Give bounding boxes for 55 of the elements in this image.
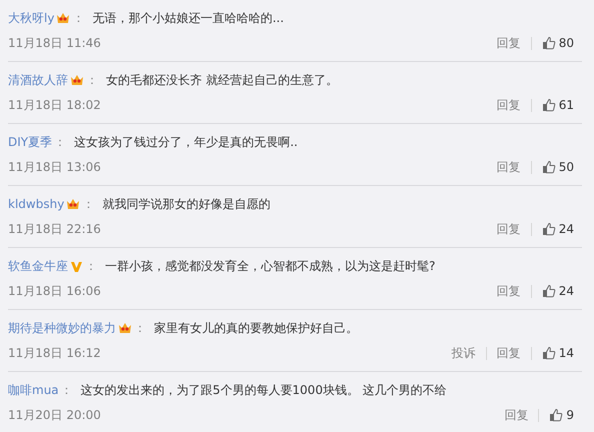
comment-text: 就我同学说那女的好像是自愿的 xyxy=(102,196,270,212)
user-name-link[interactable]: 咖啡mua xyxy=(8,382,59,398)
comment-time: 11月18日 16:06 xyxy=(8,282,101,300)
comment-text: 家里有女儿的真的要教她保护好自己。 xyxy=(154,320,358,336)
comment-text: 这女孩为了钱过分了，年少是真的无畏啊.. xyxy=(74,134,298,150)
action-link[interactable]: 回复 xyxy=(496,220,521,238)
thumbs-up-icon xyxy=(542,36,556,50)
thumbs-up-icon xyxy=(542,284,556,298)
comment-text: 无语，那个小姑娘还一直哈哈哈的... xyxy=(92,10,284,26)
action-link[interactable]: 回复 xyxy=(496,96,521,114)
comment-text: 一群小孩，感觉都没发育全，心智都不成熟，以为这是赶时髦? xyxy=(105,258,436,274)
colon: ： xyxy=(85,258,97,274)
comment-text: 女的毛都还没长齐 就经营起自己的生意了。 xyxy=(106,72,338,88)
like-button[interactable]: 14 xyxy=(542,346,574,360)
thumbs-up-icon xyxy=(542,222,556,236)
action-link[interactable]: 投诉 xyxy=(452,344,476,362)
action-link[interactable]: 回复 xyxy=(496,158,521,176)
thumbs-up-icon xyxy=(542,98,556,112)
user-name-link[interactable]: 软鱼金牛座 xyxy=(8,258,68,274)
thumbs-up-icon xyxy=(542,160,556,174)
like-button[interactable]: 24 xyxy=(542,222,574,236)
comment-time: 11月18日 18:02 xyxy=(8,96,101,114)
user-name-link[interactable]: DIY夏季 xyxy=(8,134,52,150)
comment-time: 11月18日 13:06 xyxy=(8,158,101,176)
colon: ： xyxy=(82,196,94,212)
like-button[interactable]: 61 xyxy=(542,98,574,112)
comment-time: 11月20日 20:00 xyxy=(8,406,101,424)
crown-icon xyxy=(70,73,84,87)
like-button[interactable]: 9 xyxy=(549,408,574,422)
like-button[interactable]: 80 xyxy=(542,36,574,50)
crown-icon xyxy=(118,321,132,335)
action-link[interactable]: 回复 xyxy=(496,34,521,52)
comment-time: 11月18日 11:46 xyxy=(8,34,101,52)
v-badge-icon xyxy=(70,260,83,272)
colon: ： xyxy=(54,134,66,150)
crown-icon xyxy=(66,197,80,211)
user-name-link[interactable]: 清酒故人辞 xyxy=(8,72,68,88)
action-link[interactable]: 回复 xyxy=(496,282,521,300)
user-name-link[interactable]: kldwbshy xyxy=(8,197,64,211)
action-link[interactable]: 回复 xyxy=(504,406,528,424)
crown-icon xyxy=(56,11,70,25)
colon: ： xyxy=(86,72,98,88)
user-name-link[interactable]: 期待是种微妙的暴力 xyxy=(8,320,116,336)
like-button[interactable]: 50 xyxy=(542,160,574,174)
thumbs-up-icon xyxy=(542,346,556,360)
like-button[interactable]: 24 xyxy=(542,284,574,298)
colon: ： xyxy=(134,320,146,336)
colon: ： xyxy=(60,382,73,398)
colon: ： xyxy=(72,10,84,26)
thumbs-up-icon xyxy=(549,408,564,422)
action-link[interactable]: 回复 xyxy=(496,344,521,362)
user-name-link[interactable]: 大秋呀ly xyxy=(8,10,54,26)
comment-text: 这女的发出来的，为了跟5个男的每人要1000块钱。 这几个男的不给 xyxy=(80,382,447,398)
comment-time: 11月18日 22:16 xyxy=(8,220,101,238)
comment-time: 11月18日 16:12 xyxy=(8,344,101,362)
